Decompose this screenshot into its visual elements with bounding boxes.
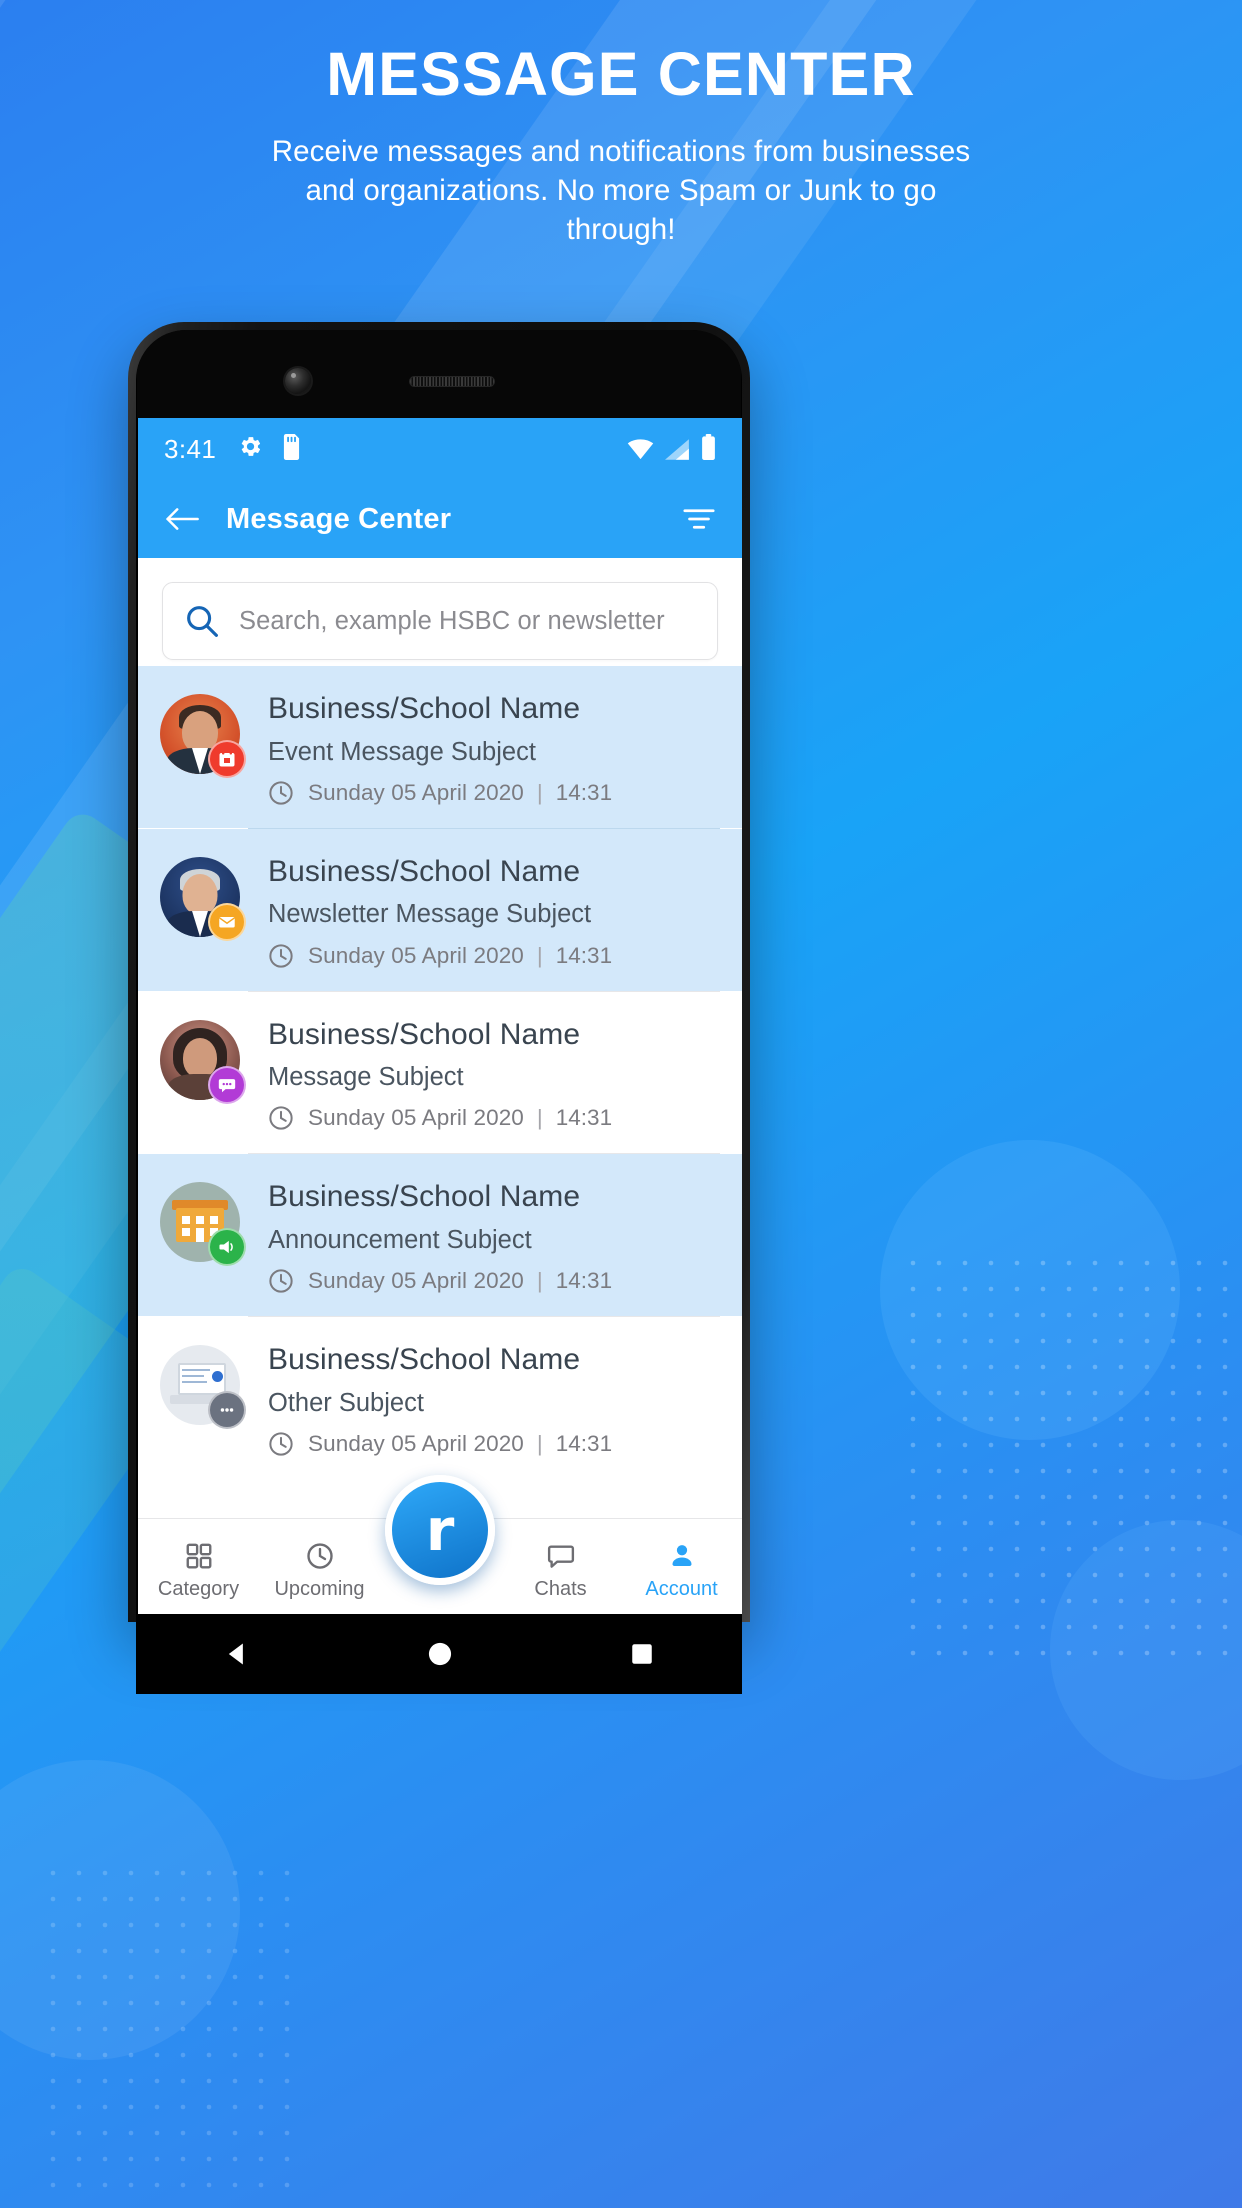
search-section: Search, example HSBC or newsletter xyxy=(138,558,742,666)
meta-separator: | xyxy=(536,1105,543,1131)
search-placeholder: Search, example HSBC or newsletter xyxy=(239,606,665,635)
meta-separator: | xyxy=(536,779,543,805)
clock-icon xyxy=(268,1268,294,1294)
message-time: 14:31 xyxy=(555,1105,613,1131)
back-triangle-icon[interactable] xyxy=(223,1640,251,1668)
message-time: 14:31 xyxy=(555,1431,613,1457)
back-arrow-icon[interactable] xyxy=(164,504,200,534)
message-date: Sunday 05 April 2020 xyxy=(308,1268,524,1294)
recents-square-icon[interactable] xyxy=(629,1641,655,1667)
chat-icon xyxy=(546,1541,576,1571)
filter-icon[interactable] xyxy=(682,506,716,532)
calendar-icon xyxy=(208,740,246,778)
megaphone-icon xyxy=(208,1228,246,1267)
avatar xyxy=(160,856,246,941)
fab-app-logo-button[interactable]: r xyxy=(385,1475,495,1585)
gear-icon xyxy=(238,434,263,464)
message-sender: Business/School Name xyxy=(268,1017,581,1051)
chat-bubble-icon xyxy=(208,1065,246,1104)
message-subject: Other Subject xyxy=(268,1388,424,1417)
app-bar: Message Center xyxy=(138,480,742,558)
app-bar-title: Message Center xyxy=(226,502,452,535)
message-date: Sunday 05 April 2020 xyxy=(308,942,524,968)
nav-label: Upcoming xyxy=(274,1577,365,1600)
fab-label: r xyxy=(425,1495,455,1564)
message-subject: Message Subject xyxy=(268,1063,464,1092)
meta-separator: | xyxy=(536,942,543,968)
clock-icon xyxy=(305,1541,335,1571)
clock-icon xyxy=(268,943,294,969)
message-date: Sunday 05 April 2020 xyxy=(308,1431,524,1457)
wifi-icon xyxy=(627,438,654,465)
message-subject: Announcement Subject xyxy=(268,1225,532,1254)
nav-item-account[interactable]: Account xyxy=(621,1541,742,1601)
search-icon xyxy=(185,604,219,638)
more-dots-icon xyxy=(208,1391,246,1430)
clock-icon xyxy=(268,1431,294,1457)
avatar xyxy=(160,1182,246,1267)
clock-icon xyxy=(268,780,294,806)
nav-label: Chats xyxy=(534,1577,587,1600)
page-subtitle: Receive messages and notifications from … xyxy=(271,135,971,246)
message-time: 14:31 xyxy=(555,1268,613,1294)
message-sender: Business/School Name xyxy=(268,1343,581,1377)
avatar xyxy=(160,694,246,778)
earpiece-speaker xyxy=(409,376,495,387)
phone-top-bezel xyxy=(137,330,741,418)
nav-item-upcoming[interactable]: Upcoming xyxy=(259,1541,380,1601)
clock-icon xyxy=(268,1105,294,1131)
message-meta: Sunday 05 April 2020 | 14:31 xyxy=(268,943,720,969)
grid-icon xyxy=(184,1541,214,1571)
meta-separator: | xyxy=(536,1431,543,1457)
android-nav-bar xyxy=(136,1614,742,1694)
front-camera-icon xyxy=(285,368,311,394)
person-icon xyxy=(667,1541,697,1571)
bottom-navigation: Category Upcoming Chats Account r xyxy=(138,1475,742,1622)
message-date: Sunday 05 April 2020 xyxy=(308,1105,524,1131)
page-title: MESSAGE CENTER xyxy=(326,40,916,108)
nav-item-category[interactable]: Category xyxy=(138,1541,259,1601)
message-time: 14:31 xyxy=(555,779,613,805)
status-time: 3:41 xyxy=(164,433,217,464)
table-row[interactable]: Business/School Name Message Subject Sun… xyxy=(138,992,742,1154)
sd-card-icon xyxy=(281,433,302,465)
message-subject: Event Message Subject xyxy=(268,737,536,766)
phone-mockup: 3:41 Message Center Search, example HSBC… xyxy=(128,322,750,1622)
envelope-icon xyxy=(208,902,246,941)
search-input[interactable]: Search, example HSBC or newsletter xyxy=(162,582,718,660)
table-row[interactable]: Business/School Name Other Subject Sunda… xyxy=(138,1317,742,1479)
nav-label: Account xyxy=(645,1577,718,1600)
message-time: 14:31 xyxy=(555,942,613,968)
table-row[interactable]: Business/School Name Announcement Subjec… xyxy=(138,1154,742,1317)
message-sender: Business/School Name xyxy=(268,692,581,725)
avatar xyxy=(160,1019,246,1104)
nav-item-chats[interactable]: Chats xyxy=(500,1541,621,1601)
meta-separator: | xyxy=(536,1268,543,1294)
nav-label: Category xyxy=(157,1577,240,1600)
message-meta: Sunday 05 April 2020 | 14:31 xyxy=(268,780,720,806)
phone-screen: 3:41 Message Center Search, example HSBC… xyxy=(138,418,742,1622)
battery-icon xyxy=(701,433,716,465)
message-date: Sunday 05 April 2020 xyxy=(308,779,524,805)
signal-icon xyxy=(665,438,690,465)
message-meta: Sunday 05 April 2020 | 14:31 xyxy=(268,1105,720,1131)
banner-header: MESSAGE CENTER Receive messages and noti… xyxy=(0,44,1242,250)
message-list: Business/School Name Event Message Subje… xyxy=(138,666,742,1480)
avatar xyxy=(160,1345,246,1430)
message-meta: Sunday 05 April 2020 | 14:31 xyxy=(268,1268,720,1294)
table-row[interactable]: Business/School Name Newsletter Message … xyxy=(138,828,742,991)
message-meta: Sunday 05 April 2020 | 14:31 xyxy=(268,1431,720,1457)
message-subject: Newsletter Message Subject xyxy=(268,900,592,929)
table-row[interactable]: Business/School Name Event Message Subje… xyxy=(138,666,742,828)
home-circle-icon[interactable] xyxy=(426,1640,454,1668)
status-bar: 3:41 xyxy=(138,418,742,480)
message-sender: Business/School Name xyxy=(268,854,581,888)
message-sender: Business/School Name xyxy=(268,1180,581,1214)
